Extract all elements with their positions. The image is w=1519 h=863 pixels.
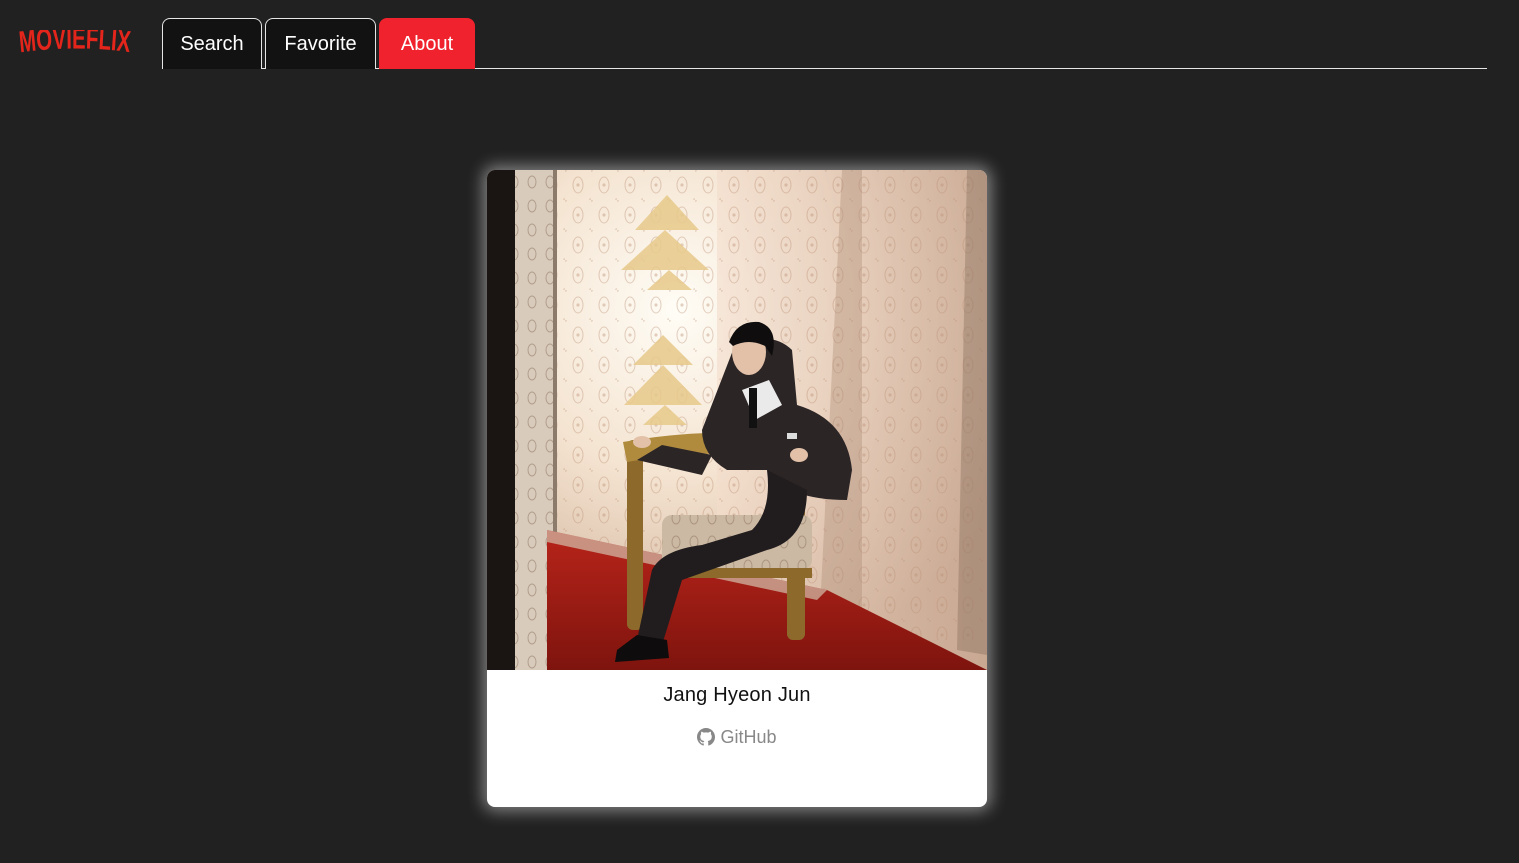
movieflix-logo[interactable]: MOVIEFLIX — [18, 30, 134, 70]
tab-about[interactable]: About — [379, 18, 475, 69]
tab-favorite[interactable]: Favorite — [265, 18, 376, 69]
top-nav: Search Favorite About — [162, 18, 1487, 69]
github-link[interactable]: GitHub — [487, 726, 987, 748]
github-icon — [697, 728, 716, 746]
profile-name: Jang Hyeon Jun — [663, 684, 811, 706]
profile-photo — [487, 170, 987, 670]
logo-text: MOVIEFLIX — [18, 30, 132, 60]
profile-card: Jang Hyeon Jun GitHub — [487, 170, 987, 807]
svg-text:MOVIEFLIX: MOVIEFLIX — [18, 30, 132, 60]
app-root: MOVIEFLIX Search Favorite About — [0, 0, 1519, 863]
github-label: GitHub — [720, 726, 777, 747]
tab-search[interactable]: Search — [162, 18, 262, 69]
